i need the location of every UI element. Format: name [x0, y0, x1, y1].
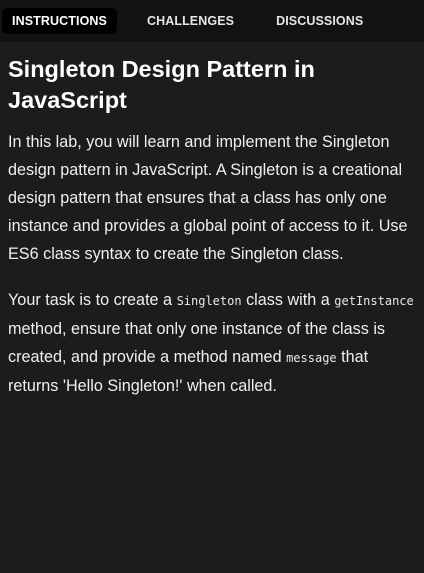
task-text-1: Your task is to create a [8, 291, 177, 309]
tab-instructions[interactable]: INSTRUCTIONS [2, 8, 117, 34]
lab-title: Singleton Design Pattern in JavaScript [8, 56, 315, 113]
lab-task-paragraph: Your task is to create a Singleton class… [8, 286, 416, 400]
task-text-2: class with a [241, 291, 335, 309]
instructions-panel: Singleton Design Pattern in JavaScript I… [0, 42, 424, 400]
code-message: message [286, 351, 337, 365]
tab-challenges[interactable]: CHALLENGES [137, 8, 244, 34]
tab-bar: INSTRUCTIONS CHALLENGES DISCUSSIONS [0, 0, 424, 42]
code-getinstance: getInstance [334, 294, 414, 308]
lab-intro-paragraph: In this lab, you will learn and implemen… [8, 133, 408, 263]
tab-discussions[interactable]: DISCUSSIONS [266, 8, 373, 34]
code-singleton: Singleton [176, 294, 242, 308]
